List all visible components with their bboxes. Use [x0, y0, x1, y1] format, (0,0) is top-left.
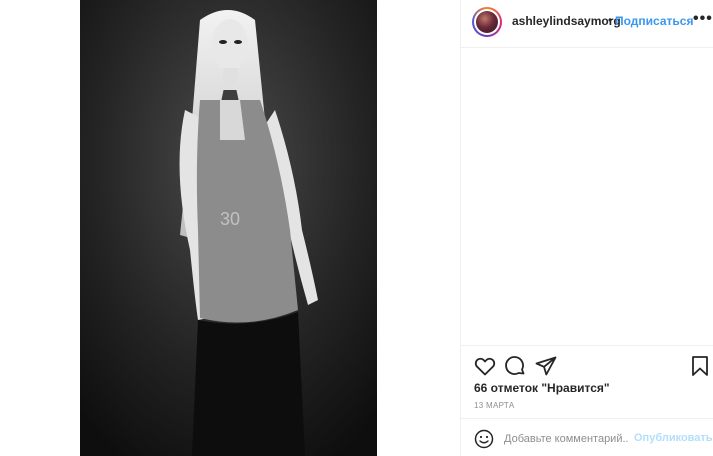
post-side-panel: ashleylindsaymorg • Подписаться ••• 66 о… — [460, 0, 713, 456]
page-background-left — [0, 0, 80, 456]
post-photo-image: 30 — [80, 0, 377, 456]
follow-button[interactable]: Подписаться — [615, 14, 693, 28]
post-date[interactable]: 13 МАРТА — [474, 401, 514, 410]
share-icon[interactable] — [534, 354, 558, 378]
post-actions — [461, 345, 713, 385]
more-icon[interactable]: ••• — [693, 10, 713, 28]
emoji-icon[interactable] — [474, 429, 494, 449]
page-background-middle — [377, 0, 460, 456]
publish-button[interactable]: Опубликовать — [634, 432, 713, 444]
bookmark-icon[interactable] — [688, 354, 712, 378]
post-header: ashleylindsaymorg • Подписаться ••• — [461, 0, 713, 48]
avatar-image — [476, 11, 498, 33]
avatar[interactable] — [472, 7, 502, 37]
post-photo[interactable]: 30 — [80, 0, 377, 456]
svg-text:30: 30 — [220, 209, 240, 229]
comment-bar: Опубликовать — [461, 418, 713, 456]
comment-icon[interactable] — [503, 354, 527, 378]
likes-count[interactable]: 66 отметок "Нравится" — [474, 381, 610, 395]
avatar-inner — [474, 9, 500, 35]
separator-dot: • — [608, 13, 613, 27]
username-link[interactable]: ashleylindsaymorg — [512, 14, 621, 28]
heart-icon[interactable] — [473, 354, 497, 378]
comment-input[interactable] — [504, 431, 629, 447]
